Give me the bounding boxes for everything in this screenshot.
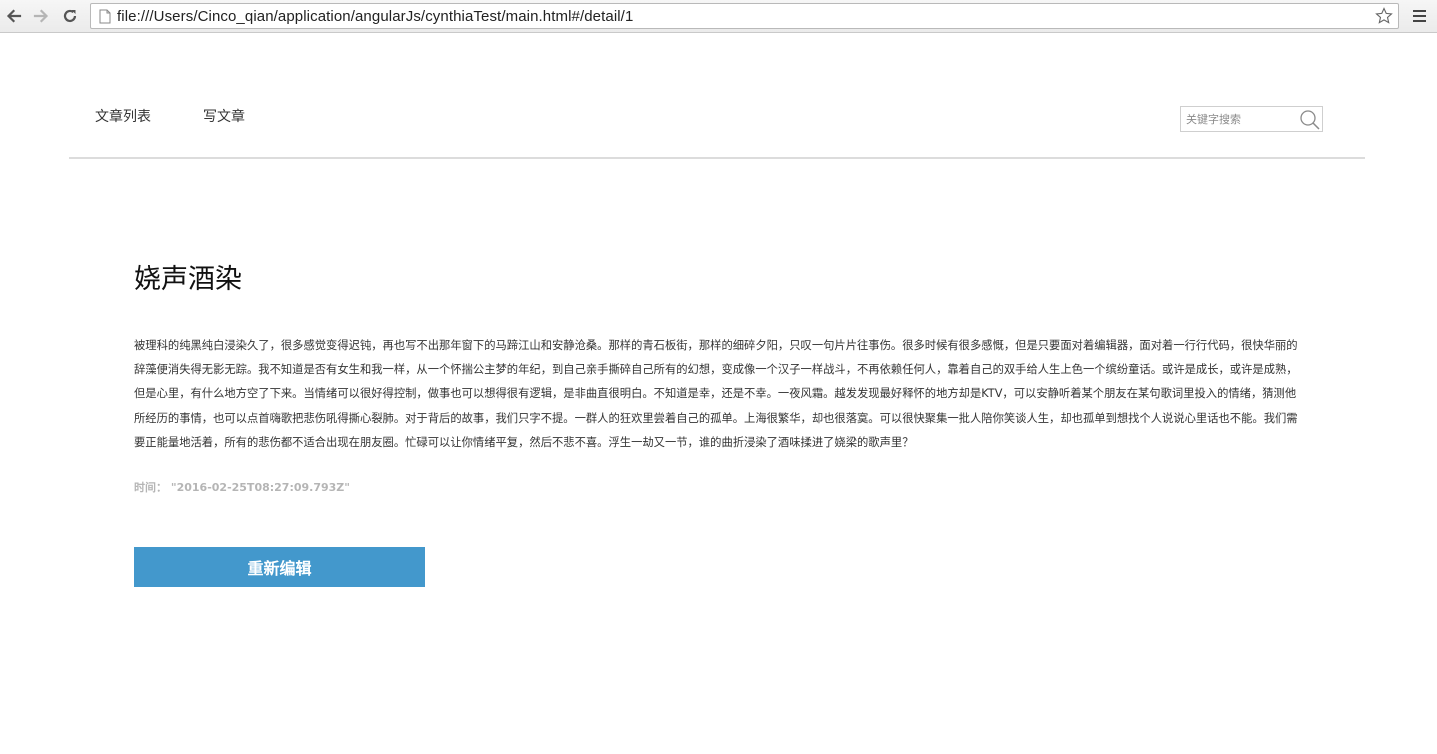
reload-button[interactable] (58, 4, 82, 28)
search-box (1180, 106, 1323, 132)
url-text[interactable]: file:///Users/Cinco_qian/application/ang… (117, 8, 633, 25)
browser-toolbar: file:///Users/Cinco_qian/application/ang… (0, 0, 1437, 33)
article-time: 时间： "2016-02-25T08:27:09.793Z" (134, 479, 1304, 495)
time-value: "2016-02-25T08:27:09.793Z" (170, 481, 351, 495)
nav-write-article[interactable]: 写文章 (203, 106, 245, 126)
reload-icon (63, 9, 77, 23)
search-icon[interactable] (1298, 108, 1322, 132)
article: 娆声酒染 被理科的纯黑纯白浸染久了，很多感觉变得迟钝，再也写不出那年窗下的马蹄江… (134, 262, 1304, 495)
forward-button[interactable] (29, 4, 53, 28)
star-icon[interactable] (1374, 6, 1394, 26)
time-label: 时间： (134, 481, 167, 495)
nav-article-list[interactable]: 文章列表 (95, 106, 151, 126)
site-nav: 文章列表 写文章 (69, 88, 1365, 159)
re-edit-button[interactable]: 重新编辑 (134, 547, 425, 587)
arrow-left-icon (6, 9, 22, 23)
hamburger-menu-icon[interactable] (1408, 6, 1430, 26)
article-body: 被理科的纯黑纯白浸染久了，很多感觉变得迟钝，再也写不出那年窗下的马蹄江山和安静沧… (134, 339, 1298, 449)
article-title: 娆声酒染 (134, 264, 242, 295)
address-bar[interactable]: file:///Users/Cinco_qian/application/ang… (90, 3, 1399, 29)
search-input[interactable] (1181, 107, 1299, 131)
back-button[interactable] (2, 4, 26, 28)
document-icon (95, 3, 115, 29)
arrow-right-icon (33, 9, 49, 23)
